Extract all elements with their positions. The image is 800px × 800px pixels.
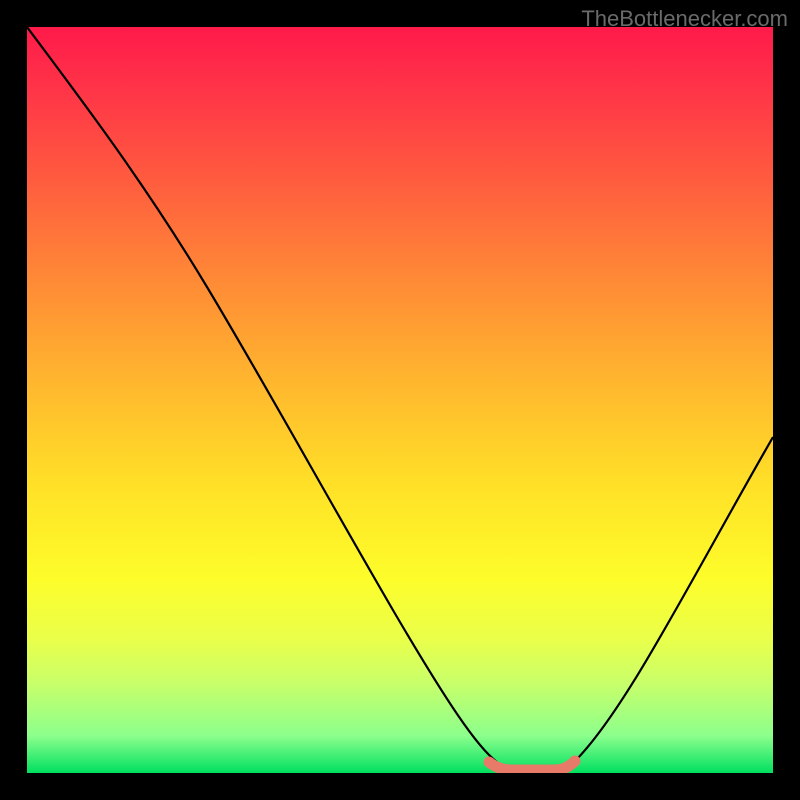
optimal-range-marker (489, 761, 575, 770)
watermark-text: TheBottlenecker.com (581, 6, 788, 32)
bottleneck-curve-path (27, 27, 773, 770)
chart-area (27, 27, 773, 773)
curve-svg (27, 27, 773, 773)
